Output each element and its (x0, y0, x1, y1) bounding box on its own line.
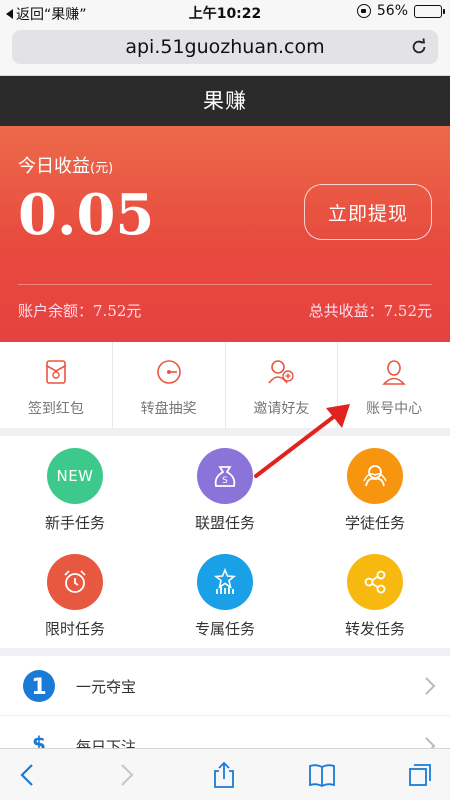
number-one-icon: 1 (23, 670, 55, 702)
chevron-right-icon (425, 677, 436, 695)
money-bag-icon: S (197, 448, 253, 504)
today-unit: (元) (90, 161, 114, 176)
quick-action-label: 转盘抽奖 (140, 401, 197, 417)
task-share[interactable]: 转发任务 (300, 542, 450, 648)
browser-toolbar (0, 748, 450, 800)
account-balance: 账户余额：7.52元 (18, 300, 141, 321)
list-item-one-yuan[interactable]: 1 一元夺宝 (0, 656, 450, 716)
earnings-divider (18, 284, 432, 285)
task-grid: NEW 新手任务 S 联盟任务 学徒任务 限时任务 专属任务 转发任务 (0, 436, 450, 648)
new-badge-text: NEW (56, 467, 94, 485)
task-label: 限时任务 (44, 620, 105, 638)
invite-friend-icon (268, 360, 295, 384)
today-earnings-amount: 0.05 (18, 182, 155, 248)
svg-text:S: S (222, 476, 228, 486)
task-label: 专属任务 (194, 620, 255, 638)
alarm-clock-icon (47, 554, 103, 610)
total-value: 7.52元 (383, 302, 432, 320)
star-chart-icon (197, 554, 253, 610)
task-label: 学徒任务 (344, 514, 405, 532)
new-badge-icon: NEW (47, 448, 103, 504)
battery-icon (414, 4, 445, 18)
list-item-label: 一元夺宝 (76, 678, 137, 696)
task-exclusive[interactable]: 专属任务 (150, 542, 300, 648)
quick-action-label: 邀请好友 (253, 401, 310, 417)
quick-action-account[interactable]: 账号中心 (338, 342, 450, 428)
red-envelope-icon (46, 360, 66, 384)
balance-label: 账户余额： (18, 302, 94, 320)
url-text: api.51guozhuan.com (125, 36, 325, 58)
quick-action-lottery[interactable]: 转盘抽奖 (113, 342, 226, 428)
today-label-text: 今日收益 (18, 156, 90, 177)
quick-action-invite[interactable]: 邀请好友 (226, 342, 339, 428)
address-bar[interactable]: api.51guozhuan.com (12, 30, 438, 64)
browser-address-area: api.51guozhuan.com (0, 24, 450, 76)
lottery-wheel-icon (156, 360, 181, 384)
task-alliance[interactable]: S 联盟任务 (150, 436, 300, 542)
svg-text:1: 1 (31, 675, 46, 700)
earnings-panel: 今日收益(元) 0.05 立即提现 账户余额：7.52元 总共收益：7.52元 (0, 126, 450, 342)
account-icon (382, 360, 406, 385)
bookmarks-icon[interactable] (308, 761, 336, 789)
quick-action-checkin[interactable]: 签到红包 (0, 342, 113, 428)
orientation-lock-icon (356, 4, 371, 18)
app-title: 果赚 (0, 76, 450, 126)
forward-icon[interactable] (112, 761, 140, 789)
tabs-icon[interactable] (406, 761, 434, 789)
task-label: 转发任务 (344, 620, 405, 638)
today-earnings-label: 今日收益(元) (18, 152, 113, 178)
task-newbie[interactable]: NEW 新手任务 (0, 436, 150, 542)
battery-percent: 56% (376, 3, 408, 19)
share-sheet-icon[interactable] (210, 761, 238, 789)
quick-action-label: 账号中心 (366, 401, 423, 417)
status-bar: 返回“果赚” 上午10:22 56% (0, 0, 450, 24)
task-label: 新手任务 (44, 514, 105, 532)
task-label: 联盟任务 (194, 514, 255, 532)
total-earnings: 总共收益：7.52元 (309, 300, 432, 321)
total-label: 总共收益： (308, 302, 384, 320)
task-apprentice[interactable]: 学徒任务 (300, 436, 450, 542)
share-icon (347, 554, 403, 610)
back-icon[interactable] (14, 761, 42, 789)
withdraw-button[interactable]: 立即提现 (304, 184, 432, 240)
quick-action-label: 签到红包 (27, 401, 84, 417)
apprentice-icon (347, 448, 403, 504)
reload-icon[interactable] (410, 38, 428, 56)
quick-actions: 签到红包 转盘抽奖 邀请好友 账号中心 (0, 342, 450, 428)
balance-value: 7.52元 (93, 302, 142, 320)
task-limited-time[interactable]: 限时任务 (0, 542, 150, 648)
